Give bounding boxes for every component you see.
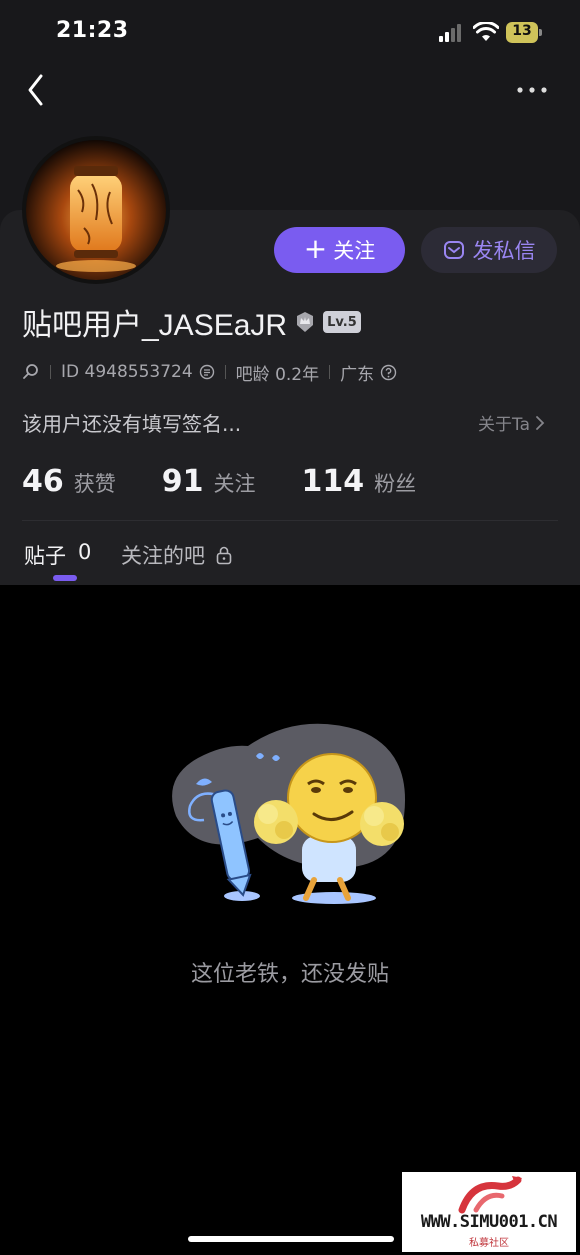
cellular-signal-icon <box>439 24 465 42</box>
divider <box>329 365 331 379</box>
active-tab-indicator <box>53 575 77 581</box>
stat-following[interactable]: 91 关注 <box>162 464 256 499</box>
divider <box>50 365 51 379</box>
plus-icon: + <box>303 231 328 265</box>
watermark: WWW.SIMU001.CN 私募社区 <box>402 1172 576 1252</box>
follow-label: 关注 <box>333 239 376 263</box>
home-indicator <box>188 1236 394 1242</box>
stat-value: 114 <box>301 464 365 499</box>
username-row: 贴吧用户_JASEaJR Lv.5 <box>22 300 361 344</box>
search-icon[interactable] <box>22 363 40 381</box>
stat-label: 粉丝 <box>374 472 417 496</box>
section-divider <box>22 520 558 521</box>
tab-posts-label: 贴子 <box>24 544 66 568</box>
stat-label: 关注 <box>213 472 256 496</box>
empty-state-illustration <box>172 723 406 904</box>
chevron-right-icon <box>536 415 545 430</box>
watermark-text: WWW.SIMU001.CN <box>420 1212 558 1232</box>
watermark-subtext: 私募社区 <box>469 1238 509 1249</box>
tab-posts-count: 0 <box>78 540 92 564</box>
tab-followed-bars[interactable]: 关注的吧 <box>121 540 233 570</box>
watermark-logo-icon <box>458 1176 522 1214</box>
battery-icon: 13 <box>506 22 542 43</box>
more-options-icon[interactable] <box>512 80 552 100</box>
stat-value: 46 <box>22 464 64 499</box>
username: 贴吧用户_JASEaJR <box>22 309 288 342</box>
profile-meta: ID 4948553724 吧龄 0.2年 广东 <box>22 360 397 385</box>
user-id: ID 4948553724 <box>61 362 193 382</box>
lock-icon <box>216 546 232 565</box>
stats-row: 46 获赞 91 关注 114 粉丝 <box>22 464 416 508</box>
back-arrow-icon[interactable] <box>22 72 52 108</box>
location: 广东 <box>340 364 375 385</box>
tab-followed-bars-label: 关注的吧 <box>121 544 205 568</box>
send-message-button[interactable]: 发私信 <box>421 227 557 273</box>
copy-icon[interactable] <box>199 364 215 380</box>
status-time: 21:23 <box>56 18 129 43</box>
follow-button[interactable]: + 关注 <box>274 227 405 273</box>
message-envelope-icon <box>443 241 464 259</box>
divider <box>224 365 226 379</box>
account-age: 吧龄 0.2年 <box>235 364 320 385</box>
stat-value: 91 <box>161 464 204 499</box>
wifi-icon <box>473 22 499 41</box>
stat-followers[interactable]: 114 粉丝 <box>302 464 417 499</box>
tab-posts[interactable]: 贴子 0 <box>24 540 91 570</box>
stat-likes[interactable]: 46 获赞 <box>22 464 116 499</box>
battery-level: 13 <box>512 23 532 39</box>
bio-text: 该用户还没有填写签名... <box>22 412 242 436</box>
empty-state-message: 这位老铁，还没发贴 <box>190 962 389 987</box>
lantern-photo <box>26 140 166 280</box>
about-link[interactable]: 关于Ta <box>478 410 546 435</box>
stat-label: 获赞 <box>73 472 116 496</box>
level-badge[interactable]: Lv.5 <box>323 311 361 333</box>
crown-badge-icon[interactable] <box>293 310 317 334</box>
help-icon[interactable] <box>380 364 397 381</box>
about-label: 关于Ta <box>478 415 530 435</box>
status-bar: 21:23 13 <box>0 0 580 62</box>
message-label: 发私信 <box>472 239 536 263</box>
avatar[interactable] <box>22 136 170 284</box>
